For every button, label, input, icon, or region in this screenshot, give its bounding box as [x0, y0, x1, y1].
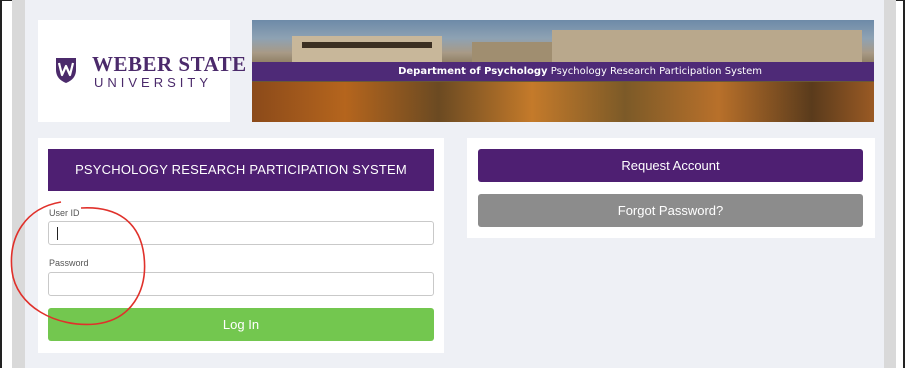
banner-trees — [252, 82, 874, 122]
banner-building — [552, 30, 862, 66]
banner-title-strip: Department of Psychology Psychology Rese… — [252, 62, 874, 81]
banner-system-name: Psychology Research Participation System — [547, 66, 762, 77]
banner-building — [292, 36, 442, 64]
frame-left-border — [0, 0, 2, 368]
logo-title: WEBER STATE — [92, 52, 247, 76]
user-id-input[interactable] — [48, 221, 434, 245]
password-input[interactable] — [48, 272, 434, 296]
university-logo[interactable]: WEBER STATE UNIVERSITY — [38, 20, 246, 122]
university-shield-icon — [56, 58, 76, 83]
login-button[interactable]: Log In — [48, 308, 434, 341]
banner-building-windows — [302, 42, 432, 48]
forgot-password-button[interactable]: Forgot Password? — [478, 194, 863, 227]
campus-banner: Department of Psychology Psychology Rese… — [252, 20, 874, 122]
user-id-label: User ID — [49, 208, 80, 218]
right-gutter — [884, 0, 896, 368]
logo-subtitle: UNIVERSITY — [94, 75, 213, 90]
text-caret — [57, 227, 58, 240]
banner-building — [472, 42, 552, 64]
left-gutter — [12, 0, 25, 368]
request-account-button[interactable]: Request Account — [478, 149, 863, 182]
banner-department: Department of Psychology — [398, 66, 548, 77]
login-header: PSYCHOLOGY RESEARCH PARTICIPATION SYSTEM — [48, 149, 434, 191]
password-label: Password — [49, 258, 89, 268]
